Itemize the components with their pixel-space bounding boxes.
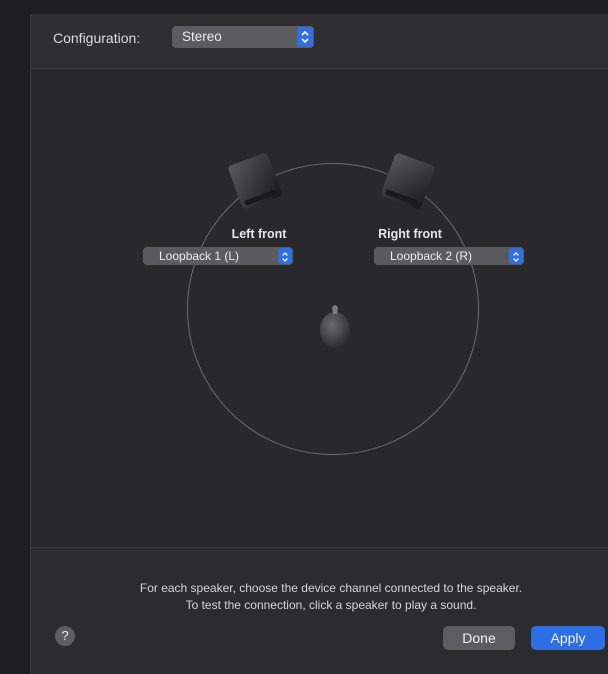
done-button[interactable]: Done <box>443 626 515 650</box>
apply-button[interactable]: Apply <box>531 626 605 650</box>
left-front-speaker-icon[interactable] <box>224 150 286 212</box>
left-front-channel-value: Loopback 1 (L) <box>159 249 240 263</box>
select-stepper-icon <box>278 248 292 264</box>
right-front-channel-value: Loopback 2 (R) <box>390 249 473 263</box>
footer-area: For each speaker, choose the device chan… <box>31 547 608 674</box>
speaker-setup-panel: Configuration: Stereo Left front Right f… <box>30 14 608 674</box>
left-front-channel-select[interactable]: Loopback 1 (L) <box>143 247 293 265</box>
configuration-value: Stereo <box>182 29 222 44</box>
instruction-line-1: For each speaker, choose the device chan… <box>139 581 523 595</box>
instruction-line-2: To test the connection, click a speaker … <box>185 598 477 612</box>
right-front-label: Right front <box>378 227 442 241</box>
configuration-bar: Configuration: Stereo <box>31 14 608 69</box>
speaker-stage: Left front Right front Loopback 1 (L) Lo… <box>31 69 608 547</box>
window-frame: Configuration: Stereo Left front Right f… <box>0 0 608 674</box>
right-front-speaker-icon[interactable] <box>377 150 439 212</box>
help-button[interactable]: ? <box>55 626 75 646</box>
select-stepper-icon <box>509 248 523 264</box>
listener-head-icon <box>315 300 355 354</box>
configuration-select[interactable]: Stereo <box>172 26 314 48</box>
select-stepper-icon <box>297 27 313 47</box>
left-front-label: Left front <box>231 227 287 241</box>
right-front-channel-select[interactable]: Loopback 2 (R) <box>374 247 524 265</box>
configuration-label: Configuration: <box>53 30 141 46</box>
